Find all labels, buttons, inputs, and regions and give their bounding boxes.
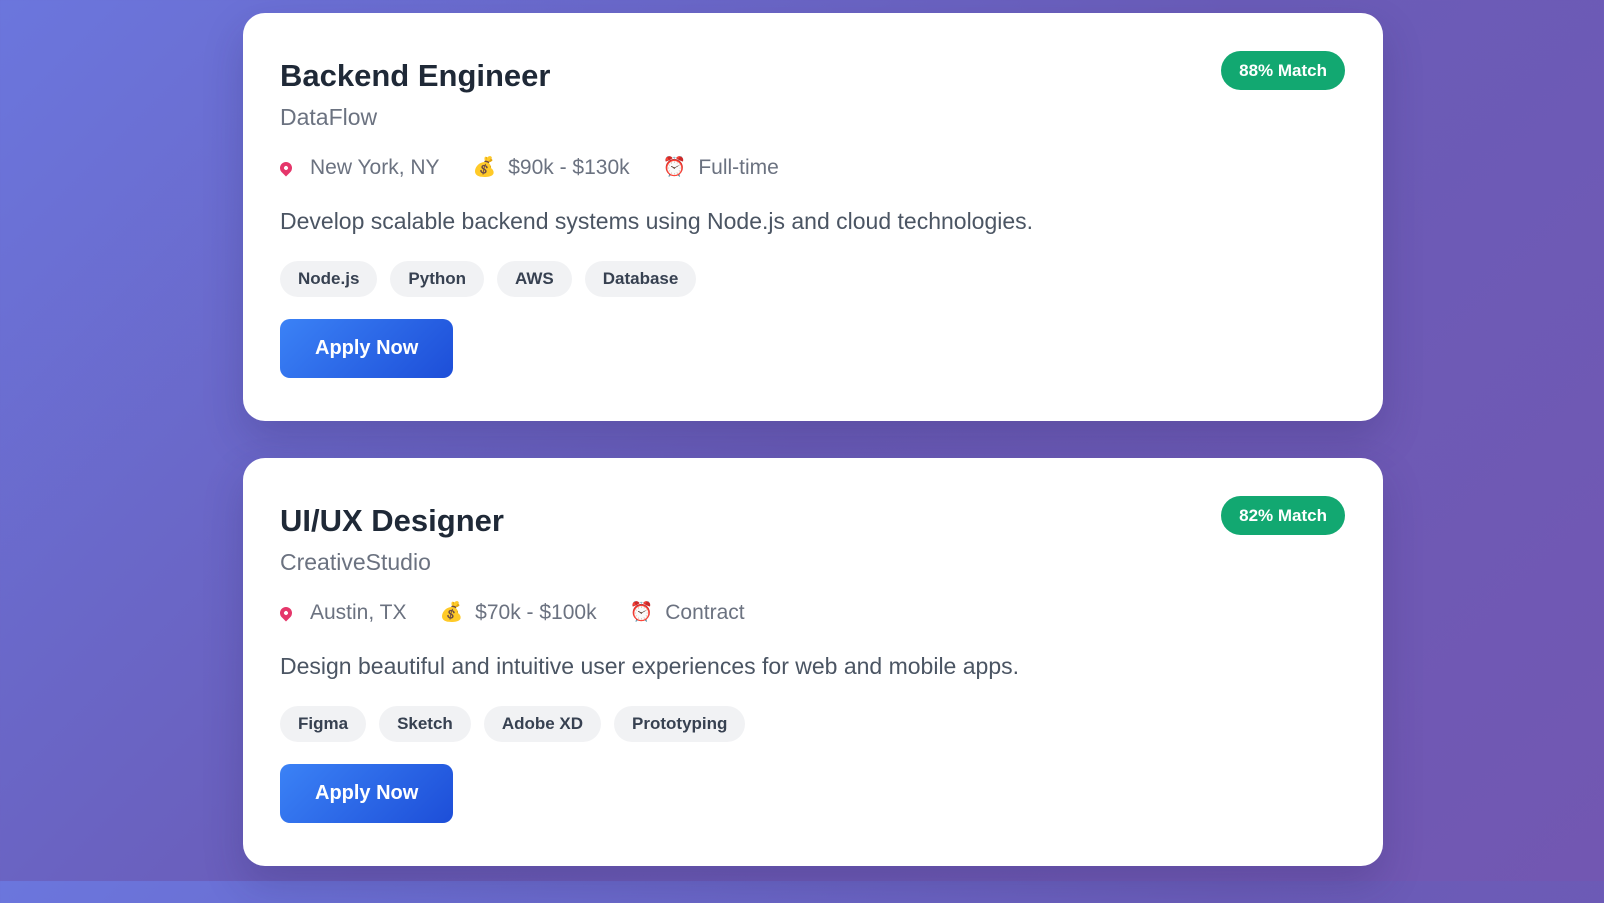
job-card: 82% Match UI/UX Designer CreativeStudio … xyxy=(243,458,1383,866)
job-meta: New York, NY 💰 $90k - $130k ⏰ Full-time xyxy=(277,155,1346,180)
location-text: Austin, TX xyxy=(310,600,407,624)
salary: 💰 $70k - $100k xyxy=(440,601,597,625)
match-badge: 82% Match xyxy=(1221,496,1345,535)
skill-tag: Python xyxy=(390,260,485,297)
job-card: 88% Match Backend Engineer DataFlow New … xyxy=(243,13,1383,421)
skill-tags: Node.js Python AWS Database xyxy=(280,260,1346,297)
location: New York, NY xyxy=(277,155,440,180)
skill-tag: Adobe XD xyxy=(483,705,602,742)
company-name: CreativeStudio xyxy=(280,549,431,576)
salary-text: $90k - $130k xyxy=(508,155,630,179)
job-list: 88% Match Backend Engineer DataFlow New … xyxy=(243,13,1383,903)
apply-now-button[interactable]: Apply Now xyxy=(280,763,454,823)
alarm-clock-icon: ⏰ xyxy=(662,157,687,179)
salary: 💰 $90k - $130k xyxy=(473,156,630,180)
company-name: DataFlow xyxy=(280,104,378,131)
job-title: Backend Engineer xyxy=(280,58,551,93)
skill-tag: Figma xyxy=(280,705,367,742)
employment-type: ⏰ Contract xyxy=(630,601,745,625)
location-text: New York, NY xyxy=(310,155,440,179)
map-pin-icon xyxy=(277,604,295,622)
employment-type-text: Full-time xyxy=(698,155,779,179)
skill-tag: Prototyping xyxy=(614,705,746,742)
skill-tag: Database xyxy=(584,260,697,297)
map-pin-icon xyxy=(277,159,295,177)
apply-now-button[interactable]: Apply Now xyxy=(280,318,454,378)
skill-tag: Node.js xyxy=(280,260,378,297)
employment-type: ⏰ Full-time xyxy=(663,156,779,180)
money-bag-icon: 💰 xyxy=(439,602,464,624)
job-description: Design beautiful and intuitive user expe… xyxy=(280,652,1019,679)
salary-text: $70k - $100k xyxy=(475,600,597,624)
location: Austin, TX xyxy=(277,600,407,625)
employment-type-text: Contract xyxy=(665,600,745,624)
match-badge: 88% Match xyxy=(1221,51,1345,90)
alarm-clock-icon: ⏰ xyxy=(629,602,654,624)
skill-tags: Figma Sketch Adobe XD Prototyping xyxy=(280,705,1346,742)
job-title: UI/UX Designer xyxy=(280,503,504,538)
skill-tag: Sketch xyxy=(379,705,471,742)
job-description: Develop scalable backend systems using N… xyxy=(280,207,1034,234)
money-bag-icon: 💰 xyxy=(472,157,497,179)
skill-tag: AWS xyxy=(497,260,572,297)
job-meta: Austin, TX 💰 $70k - $100k ⏰ Contract xyxy=(277,600,1346,625)
